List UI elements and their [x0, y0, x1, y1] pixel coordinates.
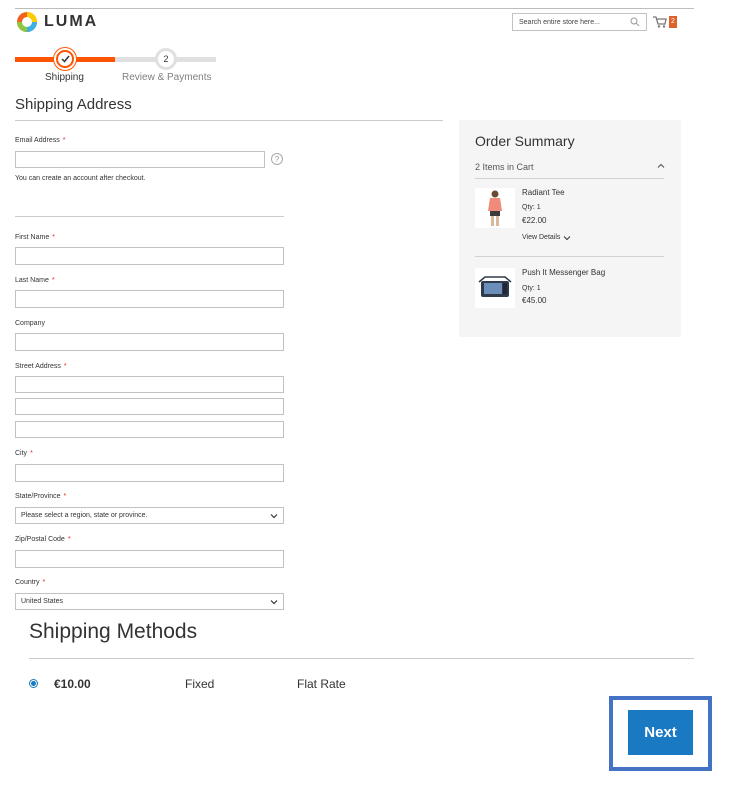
state-select[interactable]: Please select a region, state or provinc…: [15, 507, 284, 524]
order-summary-divider: [475, 178, 664, 179]
order-item-divider: [475, 256, 664, 257]
shipping-methods-divider: [29, 658, 694, 659]
first-name-field[interactable]: [15, 247, 284, 265]
product-thumbnail-messenger-bag[interactable]: [475, 268, 515, 308]
logo-text: LUMA: [44, 13, 99, 30]
company-label: Company: [15, 320, 45, 327]
cart-icon[interactable]: [653, 16, 667, 28]
email-field[interactable]: [15, 151, 265, 168]
product-price: €45.00: [522, 296, 547, 305]
shipping-carrier-name: Flat Rate: [297, 677, 346, 691]
shipping-methods-title: Shipping Methods: [29, 620, 198, 643]
shipping-method-name: Fixed: [185, 677, 215, 691]
product-qty: Qty: 1: [522, 204, 541, 211]
view-details-toggle[interactable]: View Details: [522, 234, 571, 241]
last-name-field[interactable]: [15, 290, 284, 308]
radiant-tee-image: [488, 190, 502, 226]
messenger-bag-image: [478, 276, 512, 297]
flat-rate-radio[interactable]: [29, 679, 38, 688]
city-field[interactable]: [15, 464, 284, 482]
city-label: City *: [15, 450, 33, 457]
checkmark-icon: [60, 55, 70, 63]
email-label: Email Address *: [15, 137, 66, 144]
step-shipping-marker: [54, 48, 76, 70]
search-placeholder: Search entire store here...: [519, 18, 600, 26]
form-divider: [15, 216, 284, 217]
order-summary-title: Order Summary: [475, 133, 575, 149]
street-label: Street Address *: [15, 363, 67, 370]
country-select-value: United States: [21, 598, 64, 605]
shipping-address-divider: [15, 120, 443, 121]
shipping-address-title: Shipping Address: [15, 96, 132, 113]
zip-field[interactable]: [15, 550, 284, 568]
last-name-label: Last Name *: [15, 277, 55, 284]
cart-count-badge: 2: [669, 16, 677, 28]
step-shipping-label: Shipping: [45, 72, 84, 83]
chevron-down-icon: [270, 600, 278, 605]
street-line-3-field[interactable]: [15, 421, 284, 438]
minicart[interactable]: 2: [653, 14, 683, 30]
step-review-marker: 2: [155, 48, 177, 70]
chevron-up-icon[interactable]: [656, 162, 666, 170]
state-label: State/Province *: [15, 493, 67, 500]
product-name: Radiant Tee: [522, 188, 565, 197]
street-line-1-field[interactable]: [15, 376, 284, 393]
search-input[interactable]: Search entire store here...: [512, 13, 647, 31]
product-price: €22.00: [522, 216, 547, 225]
top-divider: [15, 8, 694, 9]
first-name-label: First Name *: [15, 234, 55, 241]
product-thumbnail-radiant-tee[interactable]: [475, 188, 515, 228]
radio-selected-dot: [31, 681, 36, 686]
chevron-down-icon: [564, 235, 571, 240]
next-button[interactable]: Next: [628, 710, 693, 755]
shipping-method-price: €10.00: [54, 677, 91, 691]
country-label: Country *: [15, 579, 46, 586]
chevron-down-icon: [270, 514, 278, 519]
email-note: You can create an account after checkout…: [15, 175, 146, 182]
luma-logo[interactable]: LUMA: [16, 10, 126, 34]
items-in-cart-toggle[interactable]: 2 Items in Cart: [475, 162, 534, 172]
product-name: Push It Messenger Bag: [522, 268, 606, 277]
state-select-value: Please select a region, state or provinc…: [21, 512, 148, 519]
help-icon[interactable]: ?: [271, 153, 283, 165]
search-icon[interactable]: [630, 17, 640, 27]
company-field[interactable]: [15, 333, 284, 351]
step-review-label: Review & Payments: [122, 72, 212, 83]
product-qty: Qty: 1: [522, 285, 541, 292]
street-line-2-field[interactable]: [15, 398, 284, 415]
zip-label: Zip/Postal Code *: [15, 536, 71, 543]
luma-logo-icon: [17, 12, 37, 32]
country-select[interactable]: United States: [15, 593, 284, 610]
